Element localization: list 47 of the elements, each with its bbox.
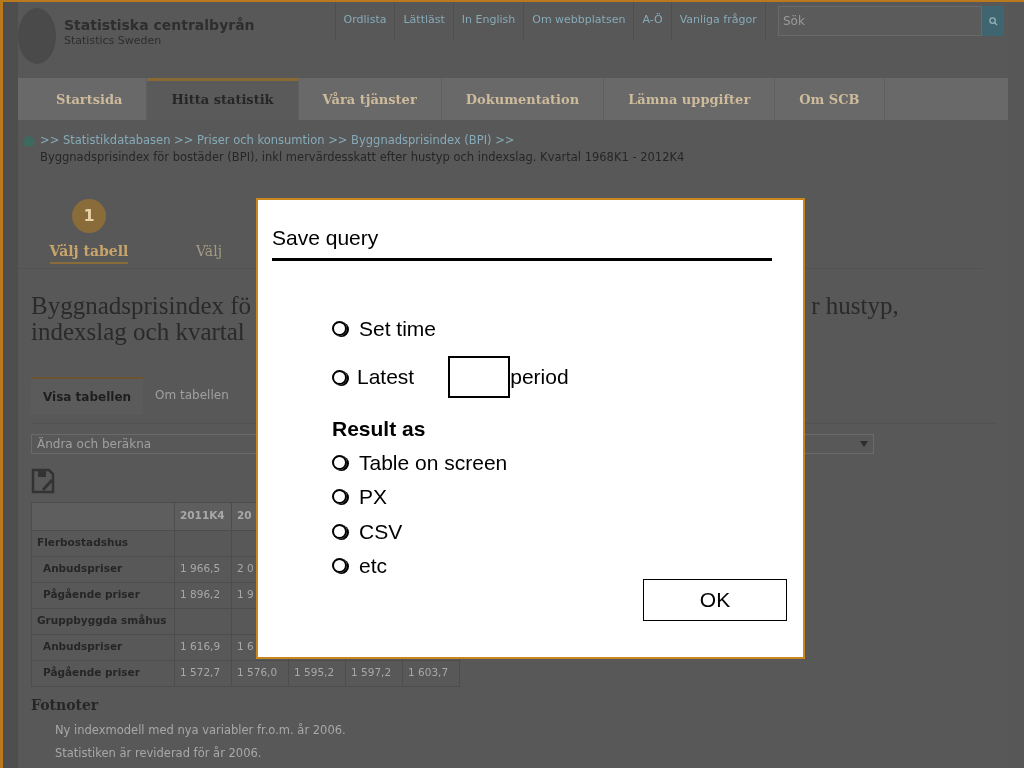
breadcrumb-link[interactable]: >> Statistikdatabasen >> Priser och konsumtion >> Byggnadsprisindex (BPI) >> [40, 132, 515, 150]
table-cell: 1 595,2 [288, 660, 346, 686]
radio-button[interactable] [332, 320, 347, 336]
table-cell: 1 603,7 [402, 660, 460, 686]
dropdown-value: Ändra och beräkna [37, 435, 152, 453]
table-cell: 1 597,2 [345, 660, 403, 686]
table-cell: 1 966,5 [174, 556, 232, 582]
radio-button[interactable] [332, 523, 347, 539]
step-label[interactable]: Välj [196, 240, 222, 264]
top-link[interactable]: Om webbplatsen [524, 2, 635, 40]
option-label: period [510, 364, 569, 391]
table-cell: 1 896,2 [174, 582, 232, 608]
table-cell: 1 572,7 [174, 660, 232, 686]
nav-tab[interactable]: Lämna uppgifter [604, 78, 776, 120]
step-number: 1 [72, 198, 106, 233]
search-field[interactable]: Sök [778, 6, 982, 36]
table-cell: 1 616,9 [174, 634, 232, 660]
radio-button[interactable] [332, 489, 347, 505]
format-label: Table on screen [359, 449, 508, 476]
dialog-title: Save query [272, 222, 772, 261]
radio-button[interactable] [332, 558, 347, 574]
radio-button[interactable] [332, 369, 347, 385]
top-link[interactable]: A-Ö [634, 2, 672, 40]
format-label: CSV [359, 518, 403, 545]
column-header: 2011K4 [174, 502, 232, 530]
top-link[interactable]: In English [453, 2, 525, 40]
caret-icon [860, 440, 868, 447]
table-cell: 1 576,0 [231, 660, 289, 686]
nav-tab[interactable]: Dokumentation [441, 78, 605, 120]
nav-tab[interactable]: Våra tjänster [298, 78, 442, 120]
search-icon [988, 17, 998, 26]
content-tab[interactable]: Om tabellen [143, 376, 241, 415]
nav-tab[interactable]: Om SCB [775, 78, 885, 120]
ok-button[interactable]: OK [643, 579, 787, 621]
option-label: Set time [359, 315, 437, 342]
option-label: Latest [357, 364, 415, 391]
top-link[interactable]: Vanliga frågor [671, 2, 766, 40]
radio-button[interactable] [332, 454, 347, 470]
period-count-field[interactable] [448, 356, 511, 398]
footnote: Ny indexmodell med nya variabler fr.o.m. år 2006. [54, 721, 346, 739]
format-label: etc [359, 553, 387, 579]
step-label[interactable]: Välj tabell [49, 240, 129, 264]
footnote: Statistiken är reviderad för år 2006. [54, 744, 262, 762]
top-link[interactable]: Lättläst [395, 2, 454, 40]
result-label: Result as [332, 416, 427, 442]
top-link[interactable]: Ordlista [335, 2, 396, 40]
format-label: PX [359, 484, 387, 510]
